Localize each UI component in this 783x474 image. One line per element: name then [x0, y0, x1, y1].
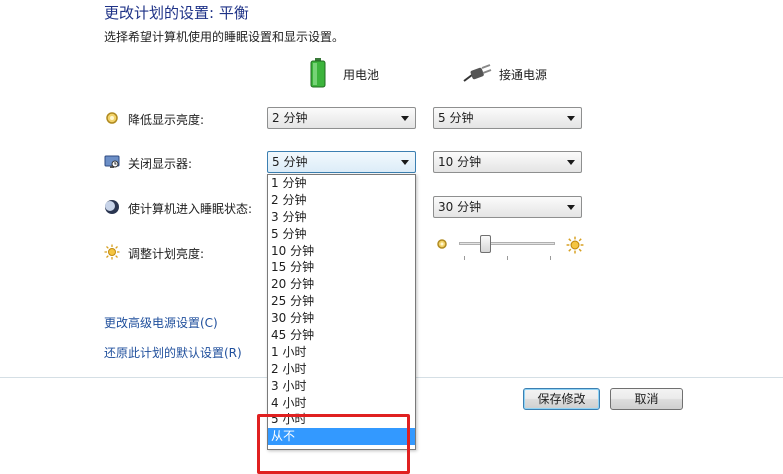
slider-tick: [464, 256, 465, 260]
page-title: 更改计划的设置: 平衡: [104, 4, 249, 22]
dropdown-option[interactable]: 3 小时: [268, 378, 415, 395]
turn-off-display-plugged-value: 10 分钟: [438, 155, 482, 169]
sleep-plugged-select[interactable]: 30 分钟: [433, 196, 582, 218]
save-button[interactable]: 保存修改: [523, 388, 600, 410]
dropdown-option[interactable]: 1 小时: [268, 344, 415, 361]
dropdown-option[interactable]: 20 分钟: [268, 276, 415, 293]
slider-tick: [550, 256, 551, 260]
dropdown-option[interactable]: 3 分钟: [268, 209, 415, 226]
sleep-label: 使计算机进入睡眠状态:: [128, 202, 253, 216]
brightness-slider-thumb[interactable]: [480, 235, 491, 253]
turn-off-display-label: 关闭显示器:: [128, 157, 193, 171]
turn-off-display-battery-select[interactable]: 5 分钟: [267, 151, 416, 173]
cancel-button[interactable]: 取消: [610, 388, 683, 410]
turn-off-display-battery-value: 5 分钟: [272, 155, 308, 169]
plug-icon: [462, 64, 492, 84]
annotation-highlight-box: [257, 414, 410, 474]
dim-display-battery-select[interactable]: 2 分钟: [267, 107, 416, 129]
dropdown-option[interactable]: 4 小时: [268, 395, 415, 412]
dim-display-battery-value: 2 分钟: [272, 111, 308, 125]
advanced-settings-link[interactable]: 更改高级电源设置(C): [104, 314, 218, 331]
brightness-label: 调整计划亮度:: [128, 247, 205, 261]
dim-icon: [104, 110, 120, 126]
monitor-icon: [104, 154, 120, 170]
dropdown-option[interactable]: 1 分钟: [268, 175, 415, 192]
slider-tick: [507, 256, 508, 260]
restore-defaults-link[interactable]: 还原此计划的默认设置(R): [104, 344, 242, 361]
dropdown-option[interactable]: 5 分钟: [268, 226, 415, 243]
chevron-down-icon: [567, 205, 575, 210]
dropdown-option[interactable]: 30 分钟: [268, 310, 415, 327]
sun-icon: [104, 244, 120, 260]
battery-icon: [310, 58, 326, 88]
dropdown-option[interactable]: 45 分钟: [268, 327, 415, 344]
battery-column-header: 用电池: [343, 68, 380, 82]
moon-icon: [104, 199, 120, 215]
chevron-down-icon: [567, 160, 575, 165]
dropdown-option[interactable]: 10 分钟: [268, 243, 415, 260]
turn-off-display-dropdown-list[interactable]: 1 分钟 2 分钟 3 分钟 5 分钟 10 分钟 15 分钟 20 分钟 25 分钟 30 分…: [267, 174, 416, 450]
dropdown-option[interactable]: 2 小时: [268, 361, 415, 378]
chevron-down-icon: [401, 116, 409, 121]
sleep-plugged-value: 30 分钟: [438, 200, 482, 214]
brightness-slider-track[interactable]: [459, 242, 555, 245]
dropdown-option[interactable]: 25 分钟: [268, 293, 415, 310]
dim-display-plugged-select[interactable]: 5 分钟: [433, 107, 582, 129]
dropdown-option[interactable]: 15 分钟: [268, 259, 415, 276]
page-subtitle: 选择希望计算机使用的睡眠设置和显示设置。: [104, 30, 345, 44]
brightness-low-icon: [436, 238, 448, 250]
dim-display-label: 降低显示亮度:: [128, 113, 205, 127]
dim-display-plugged-value: 5 分钟: [438, 111, 474, 125]
chevron-down-icon: [567, 116, 575, 121]
turn-off-display-plugged-select[interactable]: 10 分钟: [433, 151, 582, 173]
plugged-column-header: 接通电源: [499, 68, 548, 82]
brightness-high-icon: [566, 236, 584, 254]
dropdown-option[interactable]: 2 分钟: [268, 192, 415, 209]
chevron-down-icon: [401, 160, 409, 165]
